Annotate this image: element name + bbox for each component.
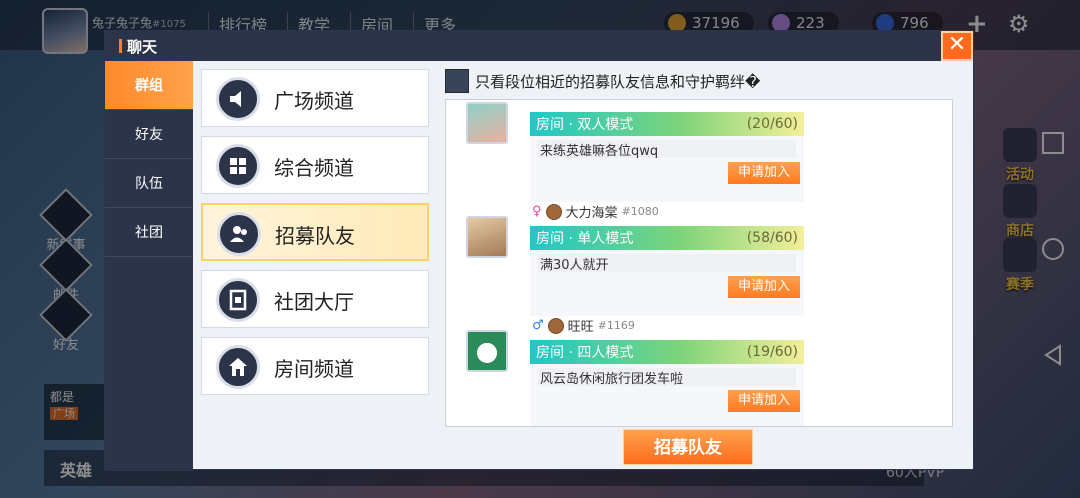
speaker-icon [216, 77, 260, 121]
recruit-text: 来练英雄嘛各位qwq [538, 140, 796, 159]
recruit-card: 房间 · 单人模式 (58/60) 满30人就开 申请加入 [530, 226, 804, 316]
tab-team[interactable]: 队伍 [105, 159, 193, 208]
recruit-card: 房间 · 双人模式 (20/60) 来练英雄嘛各位qwq 申请加入 [530, 112, 804, 202]
channel-list: 广场频道 综合频道 招募队友 社团大厅 房间频道 [201, 69, 431, 404]
list-item: ♂ 旺旺 #1169 房间 · 四人模式 (19/60) 风云岛休闲旅行团发车啦… [446, 317, 952, 426]
recruit-text: 风云岛休闲旅行团发车啦 [538, 368, 796, 387]
room-mode: 房间 · 单人模式 [536, 231, 634, 247]
tab-group[interactable]: 群组 [105, 61, 193, 110]
sender-name[interactable]: 大力海棠 [566, 202, 618, 221]
channel-recruit[interactable]: 招募队友 [201, 203, 429, 261]
tab-friends[interactable]: 好友 [105, 110, 193, 159]
join-button[interactable]: 申请加入 [728, 162, 800, 184]
room-mode-bar: 房间 · 四人模式 (19/60) [530, 340, 804, 364]
title-accent [119, 39, 122, 53]
channel-general[interactable]: 综合频道 [201, 136, 429, 194]
channel-club-hall[interactable]: 社团大厅 [201, 270, 429, 328]
channel-label: 招募队友 [275, 224, 355, 248]
tab-club[interactable]: 社团 [105, 208, 193, 257]
rank-filter-label: 只看段位相近的招募队友信息和守护羁绊� [475, 72, 761, 91]
recruit-teammates-button[interactable]: 招募队友 [623, 429, 753, 465]
chat-side-tabs: 群组 好友 队伍 社团 [105, 61, 193, 471]
bookmark-icon [216, 278, 260, 322]
female-icon: ♀ [532, 204, 542, 219]
list-item: 房间 · 双人模式 (20/60) 来练英雄嘛各位qwq 申请加入 [446, 102, 952, 212]
grid-icon [216, 144, 260, 188]
channel-label: 广场频道 [274, 89, 354, 113]
sender-uid: #1169 [597, 319, 635, 332]
rank-filter-checkbox[interactable] [445, 69, 469, 93]
close-button[interactable]: ✕ [941, 31, 973, 61]
channel-room[interactable]: 房间频道 [201, 337, 429, 395]
room-mode: 房间 · 双人模式 [536, 117, 634, 133]
male-icon: ♂ [532, 318, 544, 333]
chat-modal: 聊天 ✕ 群组 好友 队伍 社团 广场频道 综合频道 招募队友 社团大厅 房间频… [104, 30, 974, 471]
sender-name[interactable]: 旺旺 [568, 316, 594, 335]
avatar[interactable] [466, 216, 508, 258]
modal-title: 聊天 [127, 38, 158, 56]
sender-meta: ♀ 大力海棠 #1080 [532, 202, 659, 221]
channel-label: 房间频道 [274, 357, 354, 381]
channel-label: 综合频道 [274, 156, 354, 180]
room-count: (20/60) [746, 116, 798, 132]
room-mode-bar: 房间 · 双人模式 (20/60) [530, 112, 804, 136]
rank-badge-icon [547, 317, 564, 334]
modal-header: 聊天 ✕ [105, 31, 973, 61]
list-item: ♀ 大力海棠 #1080 房间 · 单人模式 (58/60) 满30人就开 申请… [446, 203, 952, 326]
home-icon [216, 345, 260, 389]
room-mode-bar: 房间 · 单人模式 (58/60) [530, 226, 804, 250]
recruit-card: 房间 · 四人模式 (19/60) 风云岛休闲旅行团发车啦 申请加入 [530, 340, 804, 426]
avatar[interactable] [466, 330, 508, 372]
room-count: (19/60) [746, 344, 798, 360]
avatar[interactable] [466, 102, 508, 144]
rank-badge-icon [545, 203, 562, 220]
recruit-text: 满30人就开 [538, 254, 796, 273]
room-mode: 房间 · 四人模式 [536, 345, 634, 361]
sender-uid: #1080 [621, 205, 659, 218]
channel-label: 社团大厅 [274, 290, 354, 314]
join-button[interactable]: 申请加入 [728, 390, 800, 412]
recruit-feed[interactable]: 房间 · 双人模式 (20/60) 来练英雄嘛各位qwq 申请加入 ♀ 大力海棠… [445, 99, 953, 427]
rank-filter: 只看段位相近的招募队友信息和守护羁绊� [445, 69, 760, 93]
users-icon [217, 212, 261, 256]
channel-plaza[interactable]: 广场频道 [201, 69, 429, 127]
join-button[interactable]: 申请加入 [728, 276, 800, 298]
sender-meta: ♂ 旺旺 #1169 [532, 316, 635, 335]
room-count: (58/60) [746, 230, 798, 246]
